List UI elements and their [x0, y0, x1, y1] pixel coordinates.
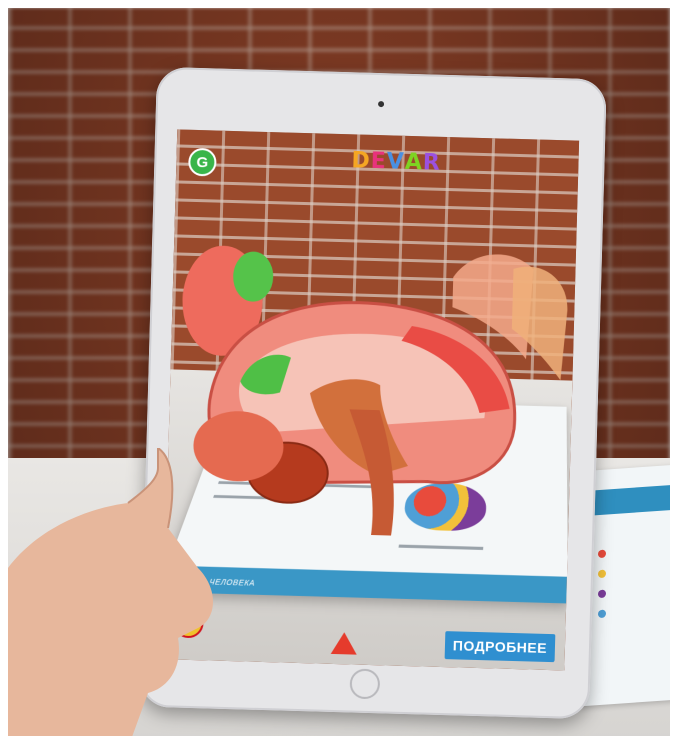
more-details-button[interactable]: ПОДРОБНЕЕ: [444, 631, 556, 663]
devar-logo: D E V A R: [351, 148, 441, 176]
home-button[interactable]: [349, 668, 381, 700]
hand: [8, 448, 213, 736]
exit-icon: G: [196, 153, 209, 171]
expand-up-button[interactable]: [330, 631, 358, 655]
camera-dot: [377, 101, 385, 108]
photo-scene: ГОЛОВА ЧЕЛОВЕКА D E V A R G ПОДРОБНЕЕ: [8, 8, 670, 736]
